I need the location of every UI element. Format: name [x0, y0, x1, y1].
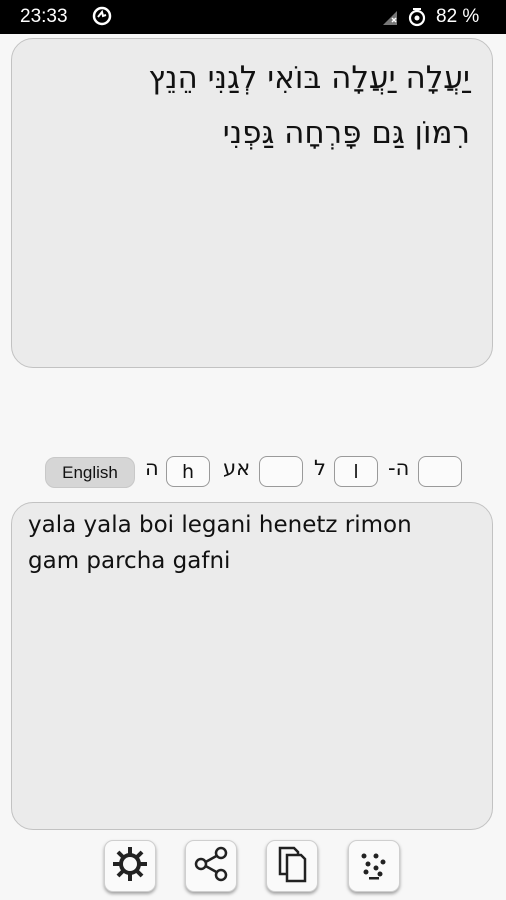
- mapping-field-he[interactable]: h: [166, 456, 210, 487]
- dots-icon: [354, 844, 394, 888]
- copy-button[interactable]: [266, 840, 318, 892]
- alarm-icon: [407, 7, 427, 27]
- mapping-field-final-he[interactable]: [418, 456, 462, 487]
- mapping-field-lamed[interactable]: l: [334, 456, 378, 487]
- mapping-hebrew-label: ה-: [388, 456, 410, 480]
- transliteration-text[interactable]: yala yala boi legani henetz rimon gam pa…: [28, 507, 476, 579]
- hebrew-line: רִמּוֹן גַּם פָּרְחָה גַּפְנִי: [222, 115, 470, 151]
- settings-button[interactable]: [104, 840, 156, 892]
- mapping-hebrew-label: ל: [314, 456, 326, 480]
- transliteration-output-area[interactable]: yala yala boi legani henetz rimon gam pa…: [11, 502, 493, 830]
- hebrew-text[interactable]: יַעֲלָה יַעֲלָה בּוֹאִי לְגַנִּי הֵנֵץ ר…: [32, 51, 470, 161]
- signal-icon: [381, 9, 401, 27]
- notification-icon: [92, 6, 112, 26]
- status-bar: 23:33 82 %: [0, 0, 506, 34]
- dots-button[interactable]: [348, 840, 400, 892]
- mapping-hebrew-label: אע: [223, 456, 251, 480]
- mapping-hebrew-label: ה: [145, 456, 159, 480]
- mapping-field-alef-ayin[interactable]: [259, 456, 303, 487]
- copy-icon: [272, 844, 312, 888]
- transliteration-line: yala yala boi legani henetz rimon: [28, 512, 412, 538]
- hebrew-input-area[interactable]: יַעֲלָה יַעֲלָה בּוֹאִי לְגַנִּי הֵנֵץ ר…: [11, 38, 493, 368]
- status-time: 23:33: [20, 6, 68, 27]
- hebrew-line: יַעֲלָה יַעֲלָה בּוֹאִי לְגַנִּי הֵנֵץ: [148, 60, 470, 96]
- transliteration-line: gam parcha gafni: [28, 548, 231, 574]
- settings-icon: [110, 844, 150, 888]
- battery-percent: 82 %: [436, 6, 480, 27]
- english-button[interactable]: English: [45, 457, 135, 488]
- share-icon: [191, 844, 231, 888]
- mapping-bar: English ה h אע ל l ה-: [0, 454, 506, 490]
- share-button[interactable]: [185, 840, 237, 892]
